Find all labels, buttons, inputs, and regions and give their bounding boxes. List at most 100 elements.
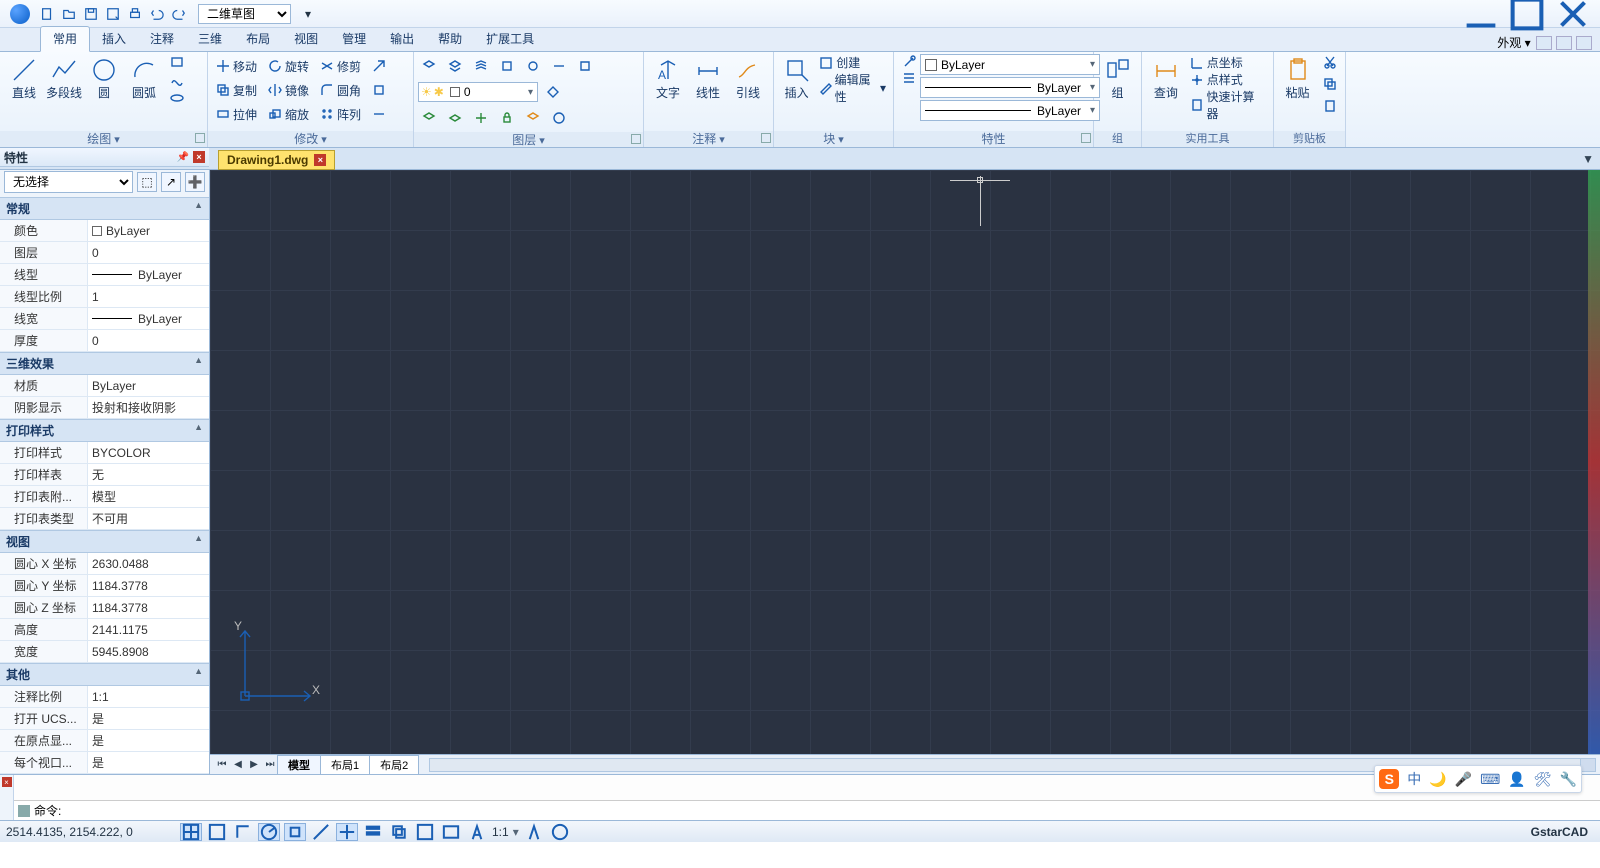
document-tab[interactable]: Drawing1.dwg× xyxy=(218,150,335,170)
prop-lweight[interactable]: ByLayer xyxy=(88,308,209,329)
sb-anno-icon[interactable] xyxy=(466,823,488,841)
panel-expand-icon[interactable] xyxy=(631,134,641,144)
window-minimize-button[interactable] xyxy=(1458,0,1504,28)
qat-open-icon[interactable] xyxy=(60,5,78,23)
move-button[interactable]: 移动 xyxy=(212,58,260,75)
tab-view[interactable]: 视图 xyxy=(282,27,330,51)
leader-button[interactable]: 引线 xyxy=(728,54,768,100)
section-3d[interactable]: 三维效果▲ xyxy=(0,352,209,375)
close-tab-icon[interactable]: × xyxy=(314,154,326,166)
group-button[interactable]: 组 xyxy=(1098,54,1137,100)
ime-moon-icon[interactable]: 🌙 xyxy=(1429,771,1446,788)
doctab-dropdown-icon[interactable]: ▼ xyxy=(1582,152,1594,166)
pointcoord-button[interactable]: 点坐标 xyxy=(1186,54,1269,71)
ime-mic-icon[interactable]: 🎤 xyxy=(1455,771,1472,788)
rotate-button[interactable]: 旋转 xyxy=(264,58,312,75)
layer-btn-1[interactable] xyxy=(418,58,440,74)
command-input[interactable]: 命令: xyxy=(14,800,1600,820)
circle-button[interactable]: 圆 xyxy=(84,54,124,100)
tab-manage[interactable]: 管理 xyxy=(330,27,378,51)
layer-match-button[interactable] xyxy=(542,84,564,100)
layout-tab-2[interactable]: 布局2 xyxy=(369,755,419,775)
mod-extra3[interactable] xyxy=(368,106,390,122)
layout-tab-model[interactable]: 模型 xyxy=(277,755,321,775)
annotation-scale[interactable]: 1:1 xyxy=(492,825,509,839)
layer-off-button[interactable] xyxy=(444,110,466,126)
qat-undo-icon[interactable] xyxy=(148,5,166,23)
layer-btn-6[interactable] xyxy=(548,58,570,74)
sb-lwt-icon[interactable] xyxy=(362,823,384,841)
mdi-restore-icon[interactable] xyxy=(1556,36,1572,50)
ime-toolbar[interactable]: S 中 🌙 🎤 ⌨ 👤 🛠 🔧 xyxy=(1374,765,1582,793)
close-command-icon[interactable]: × xyxy=(2,777,12,787)
qat-saveas-icon[interactable] xyxy=(104,5,122,23)
tab-help[interactable]: 帮助 xyxy=(426,27,474,51)
line-button[interactable]: 直线 xyxy=(4,54,44,100)
nav-first-icon[interactable]: ⏮ xyxy=(214,757,230,773)
mdi-close-icon[interactable] xyxy=(1576,36,1592,50)
sb-otrack-icon[interactable] xyxy=(310,823,332,841)
layer-btn-4[interactable] xyxy=(496,58,518,74)
sb-polar-icon[interactable] xyxy=(258,823,280,841)
qat-save-icon[interactable] xyxy=(82,5,100,23)
tab-3d[interactable]: 三维 xyxy=(186,27,234,51)
qat-redo-icon[interactable] xyxy=(170,5,188,23)
prop-ps[interactable]: BYCOLOR xyxy=(88,442,209,463)
section-view[interactable]: 视图▲ xyxy=(0,530,209,553)
tab-common[interactable]: 常用 xyxy=(40,26,90,52)
mod-extra2[interactable] xyxy=(368,82,390,98)
layer-walk-button[interactable] xyxy=(548,110,570,126)
stretch-button[interactable]: 拉伸 xyxy=(212,106,260,123)
prop-shadow[interactable]: 投射和接收阴影 xyxy=(88,397,209,418)
scale-button[interactable]: 缩放 xyxy=(264,106,312,123)
paste-button[interactable]: 粘贴 xyxy=(1278,54,1317,100)
prop-ltscale[interactable]: 1 xyxy=(88,286,209,307)
layer-btn-3[interactable] xyxy=(470,58,492,74)
tab-insert[interactable]: 插入 xyxy=(90,27,138,51)
prop-pst[interactable]: 无 xyxy=(88,464,209,485)
layer-lock-button[interactable] xyxy=(496,110,518,126)
lineweight-select[interactable]: ByLayer xyxy=(920,100,1100,121)
color-select[interactable]: ByLayer xyxy=(920,54,1100,75)
spline-button[interactable] xyxy=(166,72,188,88)
nav-next-icon[interactable]: ▶ xyxy=(246,757,262,773)
ime-tool-icon[interactable]: 🛠 xyxy=(1534,771,1552,788)
mdi-min-icon[interactable] xyxy=(1536,36,1552,50)
layer-prev-button[interactable] xyxy=(522,110,544,126)
section-general[interactable]: 常规▲ xyxy=(0,197,209,220)
quick-select-icon[interactable]: ⬚ xyxy=(137,172,157,192)
create-block-button[interactable]: 创建 xyxy=(815,54,889,71)
sb-annovis-icon[interactable] xyxy=(523,823,545,841)
sb-model-icon[interactable] xyxy=(440,823,462,841)
window-maximize-button[interactable] xyxy=(1504,0,1550,28)
trim-button[interactable]: 修剪 xyxy=(316,58,364,75)
layer-btn-7[interactable] xyxy=(574,58,596,74)
match-prop-button[interactable] xyxy=(898,54,920,70)
drawing-canvas[interactable]: Y X xyxy=(210,170,1600,754)
layer-btn-5[interactable] xyxy=(522,58,544,74)
qat-print-icon[interactable] xyxy=(126,5,144,23)
copy-button[interactable]: 复制 xyxy=(212,82,260,99)
coordinates-readout[interactable]: 2514.4135, 2154.222, 0 xyxy=(6,825,176,839)
nav-last-icon[interactable]: ⏭ xyxy=(262,757,278,773)
close-panel-icon[interactable]: × xyxy=(193,151,205,163)
pin-icon[interactable]: 📌 xyxy=(177,152,189,163)
sb-dyn-icon[interactable] xyxy=(336,823,358,841)
prop-annoscale[interactable]: 1:1 xyxy=(88,686,209,707)
mirror-button[interactable]: 镜像 xyxy=(264,82,312,99)
sb-ortho-icon[interactable] xyxy=(232,823,254,841)
mod-extra1[interactable] xyxy=(368,58,390,74)
prop-width[interactable]: 5945.8908 xyxy=(88,641,209,662)
arc-button[interactable]: 圆弧 xyxy=(124,54,164,100)
vertical-scrollbar[interactable] xyxy=(1588,170,1600,754)
calc-button[interactable]: 快速计算器 xyxy=(1186,88,1269,122)
text-button[interactable]: A文字 xyxy=(648,54,688,100)
ime-lang[interactable]: 中 xyxy=(1407,769,1421,789)
prop-cy[interactable]: 1184.3778 xyxy=(88,575,209,596)
dim-button[interactable]: 线性 xyxy=(688,54,728,100)
select-objects-icon[interactable]: ↗ xyxy=(161,172,181,192)
sb-cycle-icon[interactable] xyxy=(388,823,410,841)
qat-more-icon[interactable]: ▾ xyxy=(299,5,317,23)
ime-keyboard-icon[interactable]: ⌨ xyxy=(1480,771,1500,788)
panel-expand-icon[interactable] xyxy=(761,133,771,143)
